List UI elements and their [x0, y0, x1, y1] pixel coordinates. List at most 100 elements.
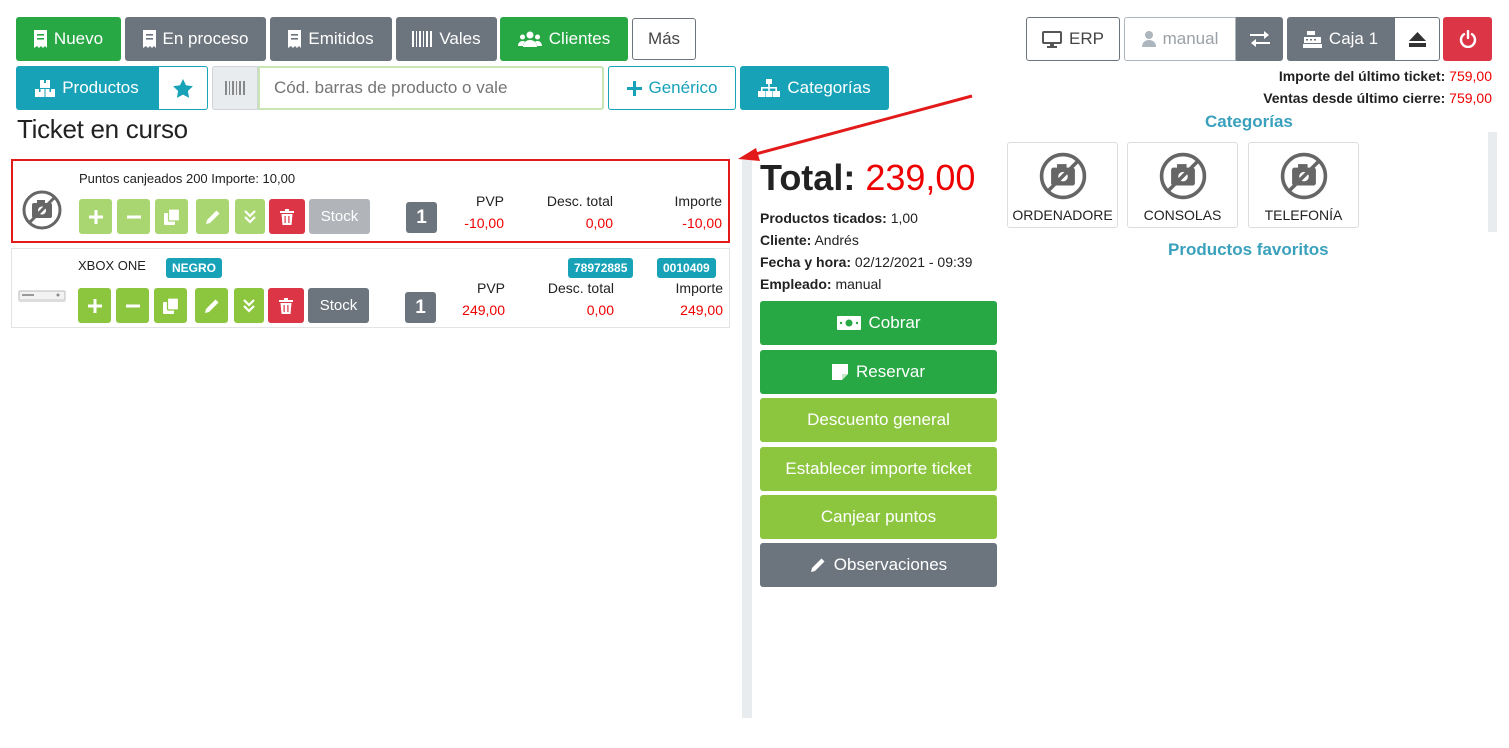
canjear-puntos-button[interactable]: Canjear puntos — [760, 495, 997, 539]
minus-icon — [125, 304, 140, 307]
expand-button[interactable] — [235, 199, 265, 234]
nuevo-button[interactable]: Nuevo — [16, 17, 121, 61]
chevrons-down-icon — [243, 298, 255, 313]
productos-label: Productos ticados: — [760, 210, 887, 226]
reservar-button[interactable]: Reservar — [760, 350, 997, 394]
desc-header: Desc. total — [546, 193, 613, 209]
copy-icon — [163, 208, 180, 225]
increase-qty-button[interactable] — [79, 199, 112, 234]
barcode-input[interactable] — [258, 66, 604, 110]
ventas-info: Ventas desde último cierre: 759,00 — [1263, 90, 1492, 106]
importe-header: Importe — [675, 280, 723, 296]
total-display: Total: 239,00 — [760, 157, 975, 199]
caja-label: Caja 1 — [1328, 29, 1379, 48]
descuento-general-button[interactable]: Descuento general — [760, 398, 997, 442]
categorias-label: Categorías — [787, 78, 871, 97]
pvp-header: PVP — [475, 193, 504, 209]
power-button[interactable] — [1443, 17, 1492, 61]
pvp-value: 249,00 — [462, 302, 505, 318]
no-photo-icon — [1280, 152, 1327, 200]
decrease-qty-button[interactable] — [116, 288, 149, 323]
generico-label: Genérico — [648, 78, 718, 97]
pvp-header: PVP — [476, 280, 505, 296]
productos-label: Productos — [62, 78, 139, 97]
open-drawer-button[interactable] — [1394, 17, 1440, 61]
barcode-icon — [412, 31, 433, 47]
vales-button[interactable]: Vales — [396, 17, 497, 61]
nuevo-label: Nuevo — [53, 29, 104, 48]
empleado-info: Empleado: manual — [760, 276, 881, 292]
erp-button[interactable]: ERP — [1026, 17, 1120, 61]
ultimo-ticket-value: 759,00 — [1449, 68, 1492, 84]
switch-user-button[interactable] — [1236, 17, 1283, 61]
clientes-button[interactable]: Clientes — [500, 17, 628, 61]
emitidos-label: Emitidos — [308, 29, 374, 48]
decrease-qty-button[interactable] — [117, 199, 150, 234]
exchange-icon — [1249, 31, 1270, 47]
cobrar-label: Cobrar — [868, 313, 921, 332]
category-tile[interactable]: ORDENADORE — [1007, 142, 1118, 228]
categorias-button[interactable]: Categorías — [740, 66, 889, 110]
star-icon — [173, 78, 193, 98]
edit-button[interactable] — [195, 288, 228, 323]
category-tile[interactable]: TELEFONÍA — [1248, 142, 1359, 228]
increase-qty-button[interactable] — [78, 288, 111, 323]
en-proceso-button[interactable]: En proceso — [125, 17, 266, 61]
product-name: Puntos canjeados 200 Importe: 10,00 — [79, 171, 296, 186]
duplicate-button[interactable] — [155, 199, 188, 234]
generico-button[interactable]: Genérico — [608, 66, 736, 110]
plus-icon — [626, 80, 642, 96]
categories-scrollbar[interactable] — [1488, 132, 1497, 232]
total-label: Total: — [760, 157, 856, 198]
category-label: CONSOLAS — [1143, 207, 1222, 223]
fecha-value: 02/12/2021 - 09:39 — [854, 254, 973, 270]
cash-register-icon — [1302, 30, 1322, 48]
cliente-value: Andrés — [814, 232, 859, 248]
caja-button[interactable]: Caja 1 — [1287, 17, 1394, 61]
expand-button[interactable] — [234, 288, 264, 323]
receipt-icon — [288, 30, 302, 48]
no-photo-icon — [1039, 152, 1086, 200]
pencil-icon — [810, 558, 825, 572]
desc-value: 0,00 — [586, 302, 614, 318]
category-tile[interactable]: CONSOLAS — [1127, 142, 1238, 228]
pencil-icon — [204, 299, 218, 313]
power-icon — [1459, 30, 1476, 48]
ticket-line[interactable]: Puntos canjeados 200 Importe: 10,00 Stoc… — [11, 159, 730, 243]
mas-button[interactable]: Más — [632, 18, 696, 60]
variant-badge: NEGRO — [166, 258, 223, 278]
users-icon — [517, 31, 542, 47]
receipt-icon — [142, 30, 156, 48]
boxes-icon — [35, 79, 56, 97]
ticket-title: Ticket en curso — [17, 114, 188, 144]
favorites-button[interactable] — [158, 66, 208, 110]
user-button[interactable]: manual — [1124, 17, 1236, 61]
emitidos-button[interactable]: Emitidos — [270, 17, 392, 61]
importe-header: Importe — [674, 193, 722, 209]
quantity-badge: 1 — [406, 202, 437, 233]
establecer-importe-button[interactable]: Establecer importe ticket — [760, 447, 997, 491]
receipt-icon — [33, 30, 47, 48]
panel-divider — [742, 160, 752, 718]
edit-button[interactable] — [196, 199, 229, 234]
cliente-info: Cliente: Andrés — [760, 232, 859, 248]
trash-icon — [280, 208, 294, 225]
en-proceso-label: En proceso — [162, 29, 249, 48]
productos-value: 1,00 — [890, 210, 918, 226]
total-value: 239,00 — [865, 157, 976, 198]
establecer-label: Establecer importe ticket — [785, 459, 972, 478]
duplicate-button[interactable] — [154, 288, 187, 323]
productos-button[interactable]: Productos — [16, 66, 158, 110]
vales-label: Vales — [439, 29, 481, 48]
observaciones-button[interactable]: Observaciones — [760, 543, 997, 587]
cobrar-button[interactable]: Cobrar — [760, 301, 997, 345]
plus-icon — [88, 209, 103, 224]
stock-button[interactable]: Stock — [309, 199, 370, 234]
no-photo-icon — [22, 190, 62, 230]
barcode-badge: 78972885 — [568, 258, 634, 278]
minus-icon — [126, 215, 141, 218]
delete-button[interactable] — [269, 199, 305, 234]
ticket-line[interactable]: XBOX ONE NEGRO 78972885 0010409 Stock 1 … — [11, 248, 730, 328]
delete-button[interactable] — [268, 288, 304, 323]
stock-button[interactable]: Stock — [308, 288, 369, 323]
